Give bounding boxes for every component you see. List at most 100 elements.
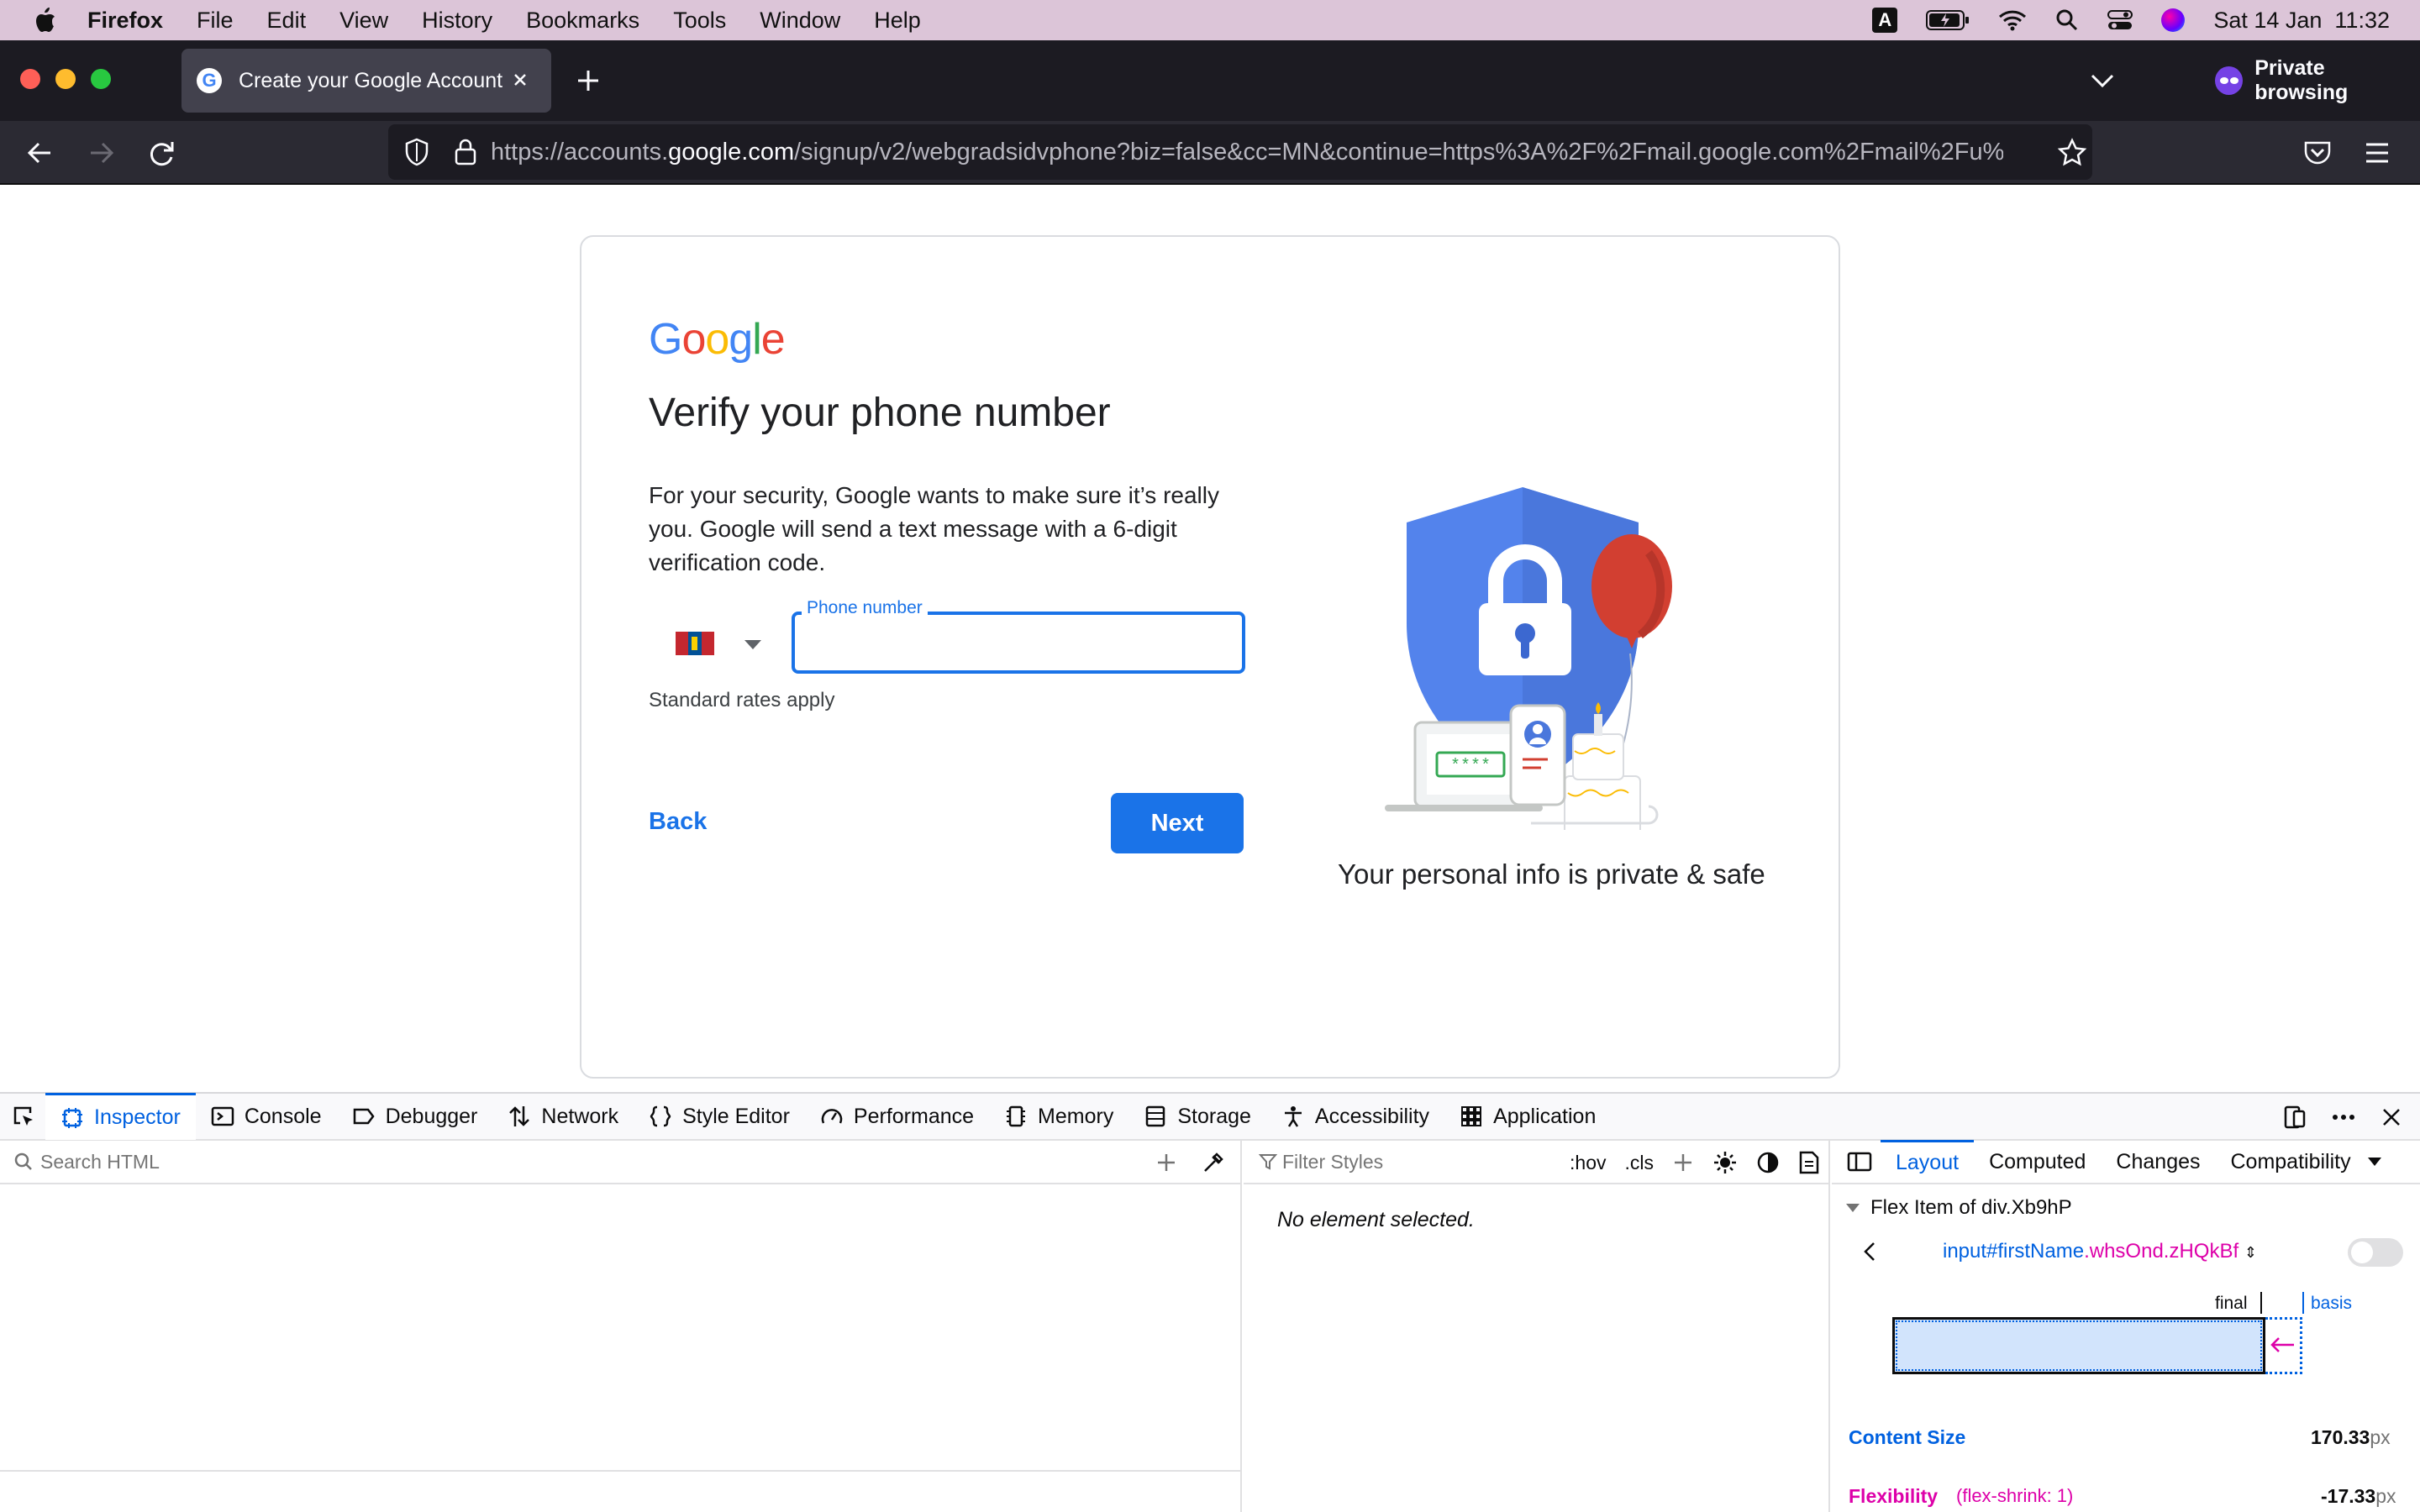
tab-label: Console (244, 1104, 322, 1128)
macos-menubar: Firefox File Edit View History Bookmarks… (0, 0, 2420, 40)
flex-item-heading-text: Flex Item of div.Xb9hP (1870, 1196, 2072, 1219)
tab-inspector[interactable]: Inspector (45, 1093, 196, 1140)
phone-number-label: Phone number (802, 598, 928, 618)
sidebar-overflow-chevron-icon[interactable] (2366, 1156, 2383, 1168)
tab-memory[interactable]: Memory (989, 1093, 1128, 1140)
tracking-protection-shield-icon[interactable] (403, 138, 430, 166)
private-mask-icon (2215, 66, 2244, 95)
tab-close-icon[interactable] (506, 66, 534, 94)
reload-icon[interactable] (141, 133, 182, 173)
menu-edit[interactable]: Edit (267, 8, 307, 34)
page-title: Verify your phone number (649, 391, 1111, 435)
tab-network[interactable]: Network (492, 1093, 634, 1140)
window-minimize-button[interactable] (55, 69, 76, 89)
responsive-design-mode-icon[interactable] (2282, 1105, 2307, 1130)
element-picker-button[interactable] (0, 1093, 45, 1140)
logo-letter: o (705, 315, 729, 364)
bookmark-star-icon[interactable] (2057, 138, 2087, 168)
flexibility-unit: px (2375, 1485, 2396, 1507)
tab-style-editor[interactable]: Style Editor (634, 1093, 805, 1140)
tab-compatibility[interactable]: Compatibility (2216, 1140, 2366, 1184)
google-favicon-icon: G (197, 68, 222, 93)
select-arrows-icon: ⇕ (2244, 1244, 2257, 1261)
next-button[interactable]: Next (1111, 793, 1244, 853)
class-toggle[interactable]: .cls (1625, 1152, 1655, 1174)
address-bar[interactable]: https://accounts.google.com/signup/v2/we… (388, 124, 2092, 180)
toggle-sidebar-icon[interactable] (1847, 1151, 1872, 1173)
window-zoom-button[interactable] (91, 69, 111, 89)
light-scheme-icon[interactable] (1712, 1150, 1738, 1175)
add-rule-icon[interactable] (1672, 1152, 1694, 1173)
forward-arrow-icon[interactable] (81, 133, 121, 173)
back-arrow-icon[interactable] (20, 133, 60, 173)
pocket-icon[interactable] (2302, 138, 2333, 168)
search-html-input[interactable] (40, 1150, 1133, 1173)
tab-changes[interactable]: Changes (2101, 1140, 2215, 1184)
new-tab-icon[interactable] (571, 64, 605, 97)
tab-application[interactable]: Application (1444, 1093, 1611, 1140)
phone-number-input[interactable] (805, 623, 1225, 664)
menu-file[interactable]: File (197, 8, 234, 34)
tab-accessibility[interactable]: Accessibility (1266, 1093, 1444, 1140)
filter-styles-input[interactable] (1282, 1150, 1534, 1173)
tab-label: Application (1493, 1104, 1597, 1128)
secure-lock-icon[interactable] (454, 138, 477, 166)
menu-tools[interactable]: Tools (673, 8, 726, 34)
wifi-icon[interactable] (1998, 9, 2027, 31)
tab-console[interactable]: Console (196, 1093, 337, 1140)
tab-label: Network (541, 1104, 619, 1128)
back-button[interactable]: Back (649, 808, 707, 836)
shrink-arrow-icon (2270, 1337, 2294, 1352)
dark-scheme-icon[interactable] (1756, 1151, 1780, 1174)
mongolia-flag-icon[interactable] (676, 632, 714, 655)
element-picker-icon (13, 1106, 33, 1126)
flex-item-size-bar (1892, 1317, 2265, 1374)
control-center-icon[interactable] (2107, 9, 2133, 31)
selected-element-id: input#firstName (1943, 1240, 2085, 1263)
hamburger-menu-icon[interactable] (2363, 139, 2391, 166)
flex-item-select[interactable]: input#firstName.whsOnd.zHQkBf ⇕ (1943, 1240, 2257, 1263)
highlight-toggle[interactable] (2348, 1238, 2403, 1267)
menu-view[interactable]: View (339, 8, 388, 34)
no-element-message: No element selected. (1277, 1208, 1475, 1231)
more-options-icon[interactable] (2331, 1105, 2356, 1130)
menubar-clock[interactable]: Sat 14 Jan 11:32 (2213, 8, 2390, 34)
tab-performance[interactable]: Performance (805, 1093, 989, 1140)
apple-icon[interactable] (32, 6, 57, 34)
logo-letter: e (760, 315, 786, 364)
menu-history[interactable]: History (422, 8, 492, 34)
spotlight-search-icon[interactable] (2055, 8, 2079, 32)
html-tree-pane (0, 1141, 1242, 1512)
tab-computed[interactable]: Computed (1974, 1140, 2101, 1184)
private-browsing-label: Private browsing (2254, 56, 2349, 104)
input-source-icon[interactable]: A (1872, 8, 1898, 33)
selected-element-classes: .whsOnd.zHQkBf (2084, 1240, 2239, 1263)
siri-icon[interactable] (2161, 8, 2186, 32)
phone-number-field[interactable] (792, 612, 1245, 674)
chevron-left-icon[interactable] (1860, 1240, 1879, 1263)
menu-window[interactable]: Window (760, 8, 840, 34)
print-media-icon[interactable] (1798, 1151, 1820, 1174)
url-text[interactable]: https://accounts.google.com/signup/v2/we… (491, 124, 2003, 180)
logo-letter: o (681, 315, 706, 364)
tab-storage[interactable]: Storage (1128, 1093, 1266, 1140)
memory-icon (1007, 1105, 1026, 1127)
menu-bookmarks[interactable]: Bookmarks (526, 8, 639, 34)
country-dropdown-caret-icon[interactable] (743, 638, 763, 650)
add-node-icon[interactable] (1155, 1151, 1178, 1174)
menu-help[interactable]: Help (874, 8, 921, 34)
tab-label: Storage (1177, 1104, 1251, 1128)
hover-pseudo-toggle[interactable]: :hov (1570, 1152, 1606, 1174)
window-close-button[interactable] (20, 69, 40, 89)
battery-icon[interactable] (1926, 9, 1970, 31)
eyedropper-icon[interactable] (1202, 1151, 1225, 1174)
list-all-tabs-icon[interactable] (2084, 64, 2121, 97)
tab-layout[interactable]: Layout (1881, 1140, 1975, 1184)
tab-google-signup[interactable]: G Create your Google Account (182, 49, 551, 113)
close-devtools-icon[interactable] (2380, 1105, 2403, 1129)
tab-debugger[interactable]: Debugger (337, 1093, 493, 1140)
flex-item-heading[interactable]: Flex Item of div.Xb9hP (1845, 1196, 2072, 1220)
basis-marker (2302, 1292, 2304, 1314)
html-search-bar (0, 1141, 1242, 1184)
menu-firefox[interactable]: Firefox (87, 8, 163, 34)
